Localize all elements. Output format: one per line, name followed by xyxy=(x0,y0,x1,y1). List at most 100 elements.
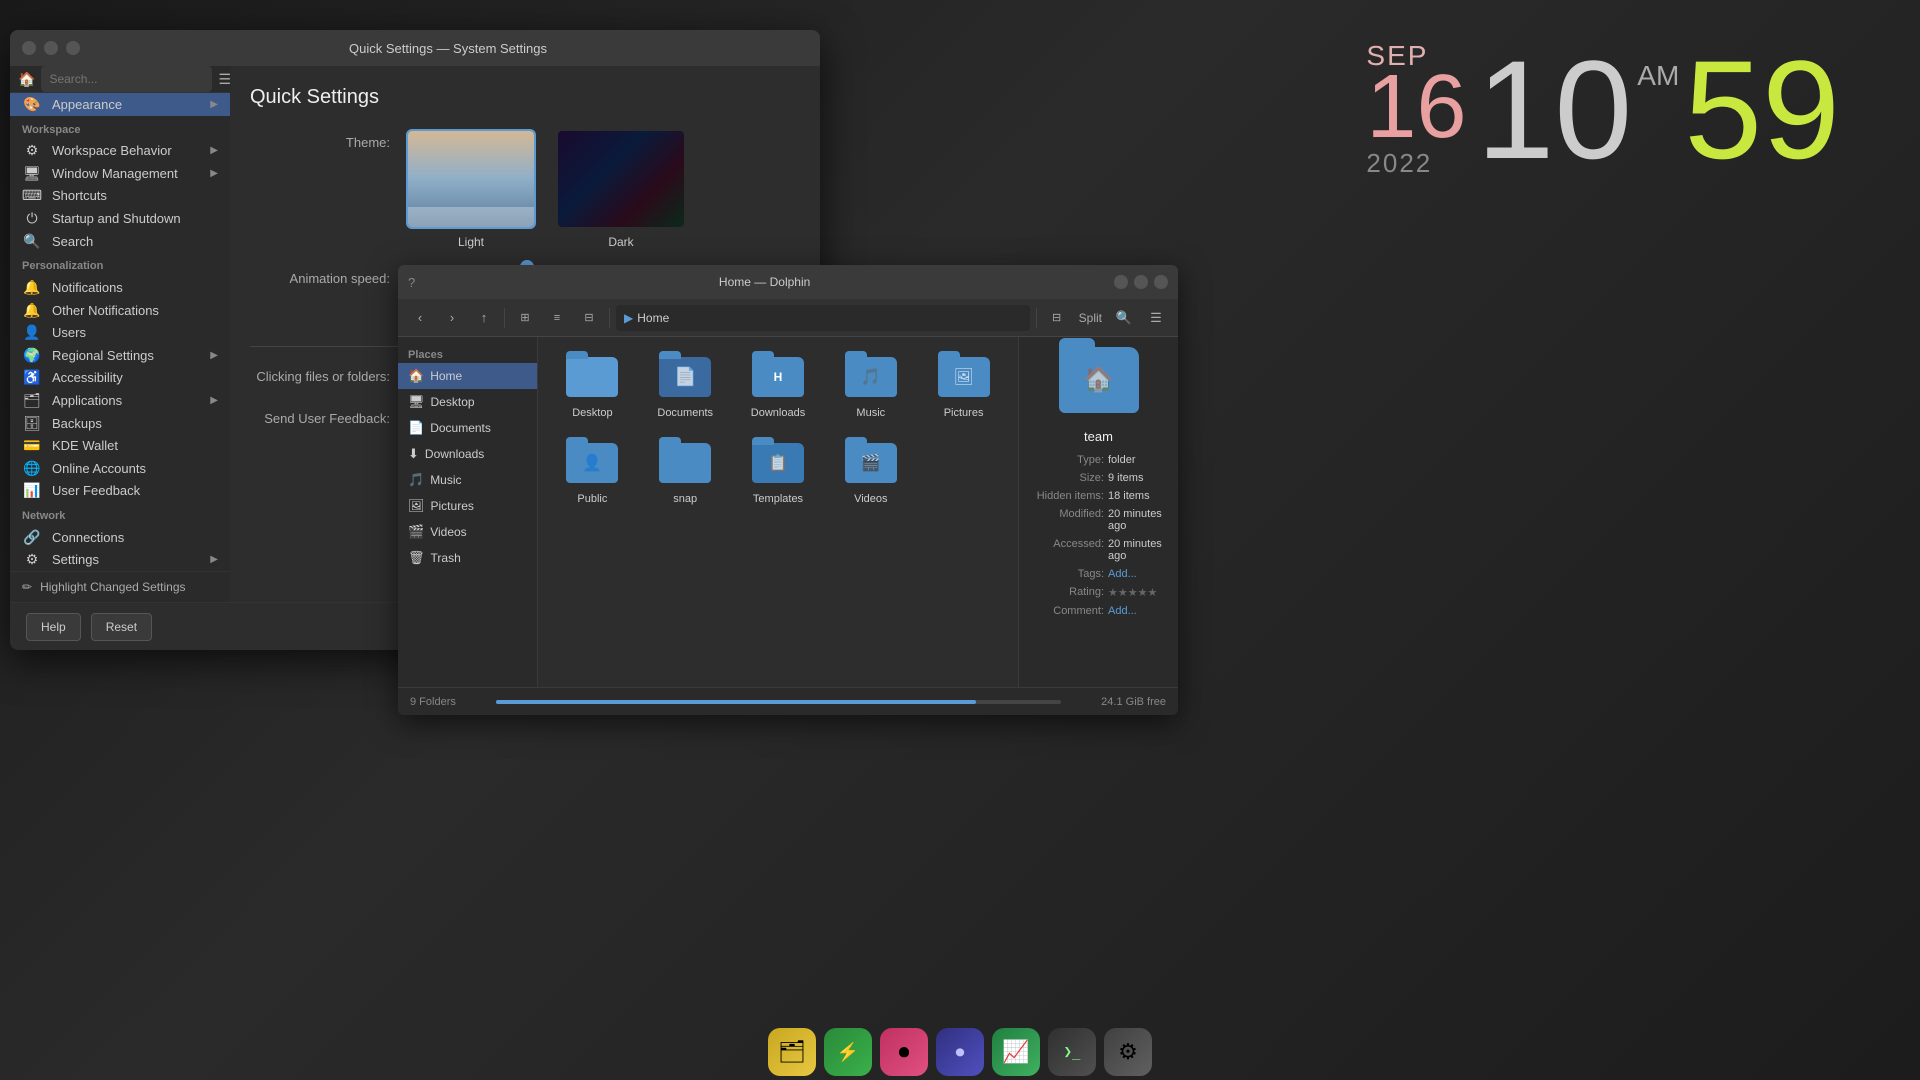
file-item-templates[interactable]: 📋 Templates xyxy=(736,435,821,513)
dolphin-place-trash[interactable]: 🗑 Trash xyxy=(398,545,537,571)
taskbar-terminal-button[interactable]: ❯_ xyxy=(1048,1028,1096,1076)
sidebar-item-user-feedback[interactable]: 📊 User Feedback xyxy=(10,479,230,502)
templates-inner-icon: 📋 xyxy=(768,453,788,473)
taskbar-app2-button[interactable]: ⏺ xyxy=(880,1028,928,1076)
hamburger-button[interactable]: ☰ xyxy=(1142,305,1170,331)
sidebar-item-net-settings[interactable]: ⚙ Settings ▶ xyxy=(10,549,230,572)
info-panel-button[interactable]: ⊟ xyxy=(1043,305,1071,331)
dolphin-place-home[interactable]: 🏠 Home xyxy=(398,363,537,389)
sidebar-item-search[interactable]: 🔍 Search xyxy=(10,230,230,253)
sidebar-item-window-management[interactable]: 🖥 Window Management ▶ xyxy=(10,162,230,185)
workspace-section-header: Workspace xyxy=(10,116,230,140)
file-item-pictures[interactable]: 🖼 Pictures xyxy=(921,349,1006,427)
up-button[interactable]: ↑ xyxy=(470,305,498,331)
places-section-title: Places xyxy=(398,345,537,363)
sidebar-menu-button[interactable]: ☰ xyxy=(218,67,230,91)
dolphin-info-panel: 🏠 team Type: folder Size: 9 items Hidden… xyxy=(1018,337,1178,687)
sidebar-item-other-notifications[interactable]: 🔔 Other Notifications xyxy=(10,299,230,322)
dolphin-close[interactable] xyxy=(1154,275,1168,289)
taskbar-app3-button[interactable]: ⏺ xyxy=(936,1028,984,1076)
file-item-videos[interactable]: 🎬 Videos xyxy=(828,435,913,513)
sidebar-item-kde-wallet[interactable]: 💳 KDE Wallet xyxy=(10,434,230,457)
dark-theme-option[interactable]: Dark xyxy=(556,129,686,249)
dolphin-place-music[interactable]: 🎵 Music xyxy=(398,467,537,493)
taskbar-app4-icon: 📈 xyxy=(1002,1039,1029,1065)
desktop-place-icon: 🖥 xyxy=(408,394,425,410)
window-close-button[interactable] xyxy=(22,41,36,55)
accessibility-label: Accessibility xyxy=(52,370,218,385)
sidebar-item-appearance[interactable]: 🎨 Appearance ▶ xyxy=(10,93,230,116)
info-hidden-row: Hidden items: 18 items xyxy=(1029,490,1168,502)
dark-theme-thumbnail[interactable] xyxy=(556,129,686,229)
info-comment-val[interactable]: Add... xyxy=(1108,605,1168,617)
light-theme-preview xyxy=(408,131,534,227)
snap-folder-icon xyxy=(659,443,711,489)
net-settings-label: Settings xyxy=(52,552,200,567)
sidebar-item-notifications[interactable]: 🔔 Notifications xyxy=(10,276,230,299)
startup-icon: ⏻ xyxy=(22,209,42,229)
file-item-music[interactable]: 🎵 Music xyxy=(828,349,913,427)
dolphin-place-documents[interactable]: 📄 Documents xyxy=(398,415,537,441)
clock-minute: 59 xyxy=(1684,40,1840,180)
grid-view-button[interactable]: ⊞ xyxy=(511,305,539,331)
sidebar-search-input[interactable] xyxy=(41,66,212,92)
file-item-desktop[interactable]: Desktop xyxy=(550,349,635,427)
taskbar-files-button[interactable]: 🗂 xyxy=(768,1028,816,1076)
sidebar-item-users[interactable]: 👤 Users xyxy=(10,322,230,345)
appearance-arrow: ▶ xyxy=(210,99,218,110)
dolphin-place-pictures[interactable]: 🖼 Pictures xyxy=(398,493,537,519)
location-bar[interactable]: ▶ Home xyxy=(616,305,1030,331)
help-button[interactable]: Help xyxy=(26,613,81,641)
pictures-place-icon: 🖼 xyxy=(408,498,425,514)
window-maximize-button[interactable] xyxy=(66,41,80,55)
dolphin-place-videos[interactable]: 🎬 Videos xyxy=(398,519,537,545)
downloads-file-label: Downloads xyxy=(751,407,805,419)
sidebar-item-regional[interactable]: 🌍 Regional Settings ▶ xyxy=(10,344,230,367)
window-minimize-button[interactable] xyxy=(44,41,58,55)
highlight-changed-button[interactable]: ✏ Highlight Changed Settings xyxy=(10,571,230,602)
light-theme-option[interactable]: Light xyxy=(406,129,536,249)
taskbar-settings-button[interactable]: ⚙ xyxy=(1104,1028,1152,1076)
compact-view-button[interactable]: ⊟ xyxy=(575,305,603,331)
dolphin-place-desktop[interactable]: 🖥 Desktop xyxy=(398,389,537,415)
sidebar-item-workspace-behavior[interactable]: ⚙ Workspace Behavior ▶ xyxy=(10,140,230,163)
list-view-button[interactable]: ≡ xyxy=(543,305,571,331)
info-type-key: Type: xyxy=(1029,454,1104,466)
back-button[interactable]: ‹ xyxy=(406,305,434,331)
dolphin-minimize[interactable] xyxy=(1114,275,1128,289)
sidebar-item-accessibility[interactable]: ♿ Accessibility xyxy=(10,367,230,390)
connections-label: Connections xyxy=(52,530,218,545)
animation-label: Animation speed: xyxy=(250,265,390,286)
network-section-header: Network xyxy=(10,502,230,526)
sidebar-toolbar: 🏠 ☰ xyxy=(10,66,230,93)
taskbar-app4-button[interactable]: 📈 xyxy=(992,1028,1040,1076)
sidebar-item-connections[interactable]: 🔗 Connections xyxy=(10,526,230,549)
forward-button[interactable]: › xyxy=(438,305,466,331)
sidebar-item-applications[interactable]: 🗂 Applications ▶ xyxy=(10,389,230,412)
sidebar-item-backups[interactable]: 🗄 Backups xyxy=(10,412,230,435)
pictures-folder-icon: 🖼 xyxy=(938,357,990,403)
sidebar: 🏠 ☰ 🎨 Appearance ▶ Workspace ⚙ Workspace… xyxy=(10,66,230,602)
file-item-documents[interactable]: 📄 Documents xyxy=(643,349,728,427)
info-hidden-key: Hidden items: xyxy=(1029,490,1104,502)
info-tags-val[interactable]: Add... xyxy=(1108,568,1168,580)
light-theme-thumbnail[interactable] xyxy=(406,129,536,229)
sidebar-item-shortcuts[interactable]: ⌨ Shortcuts xyxy=(10,185,230,208)
reset-button[interactable]: Reset xyxy=(91,613,152,641)
dolphin-toolbar: ‹ › ↑ ⊞ ≡ ⊟ ▶ Home ⊟ Split 🔍 ☰ xyxy=(398,299,1178,337)
taskbar-app1-button[interactable]: ⚡ xyxy=(824,1028,872,1076)
light-theme-label: Light xyxy=(458,235,484,249)
sidebar-item-online-accounts[interactable]: 🌐 Online Accounts xyxy=(10,457,230,480)
dolphin-maximize[interactable] xyxy=(1134,275,1148,289)
sidebar-item-startup-shutdown[interactable]: ⏻ Startup and Shutdown xyxy=(10,207,230,230)
file-item-snap[interactable]: snap xyxy=(643,435,728,513)
startup-label: Startup and Shutdown xyxy=(52,211,218,226)
highlight-label: Highlight Changed Settings xyxy=(40,580,185,594)
theme-label: Theme: xyxy=(250,129,390,150)
sidebar-home-button[interactable]: 🏠 xyxy=(18,67,35,91)
dolphin-place-downloads[interactable]: ⬇ Downloads xyxy=(398,441,537,467)
file-item-public[interactable]: 👤 Public xyxy=(550,435,635,513)
search-button[interactable]: 🔍 xyxy=(1110,305,1138,331)
storage-progress-bar xyxy=(496,700,1061,704)
file-item-downloads[interactable]: H Downloads xyxy=(736,349,821,427)
